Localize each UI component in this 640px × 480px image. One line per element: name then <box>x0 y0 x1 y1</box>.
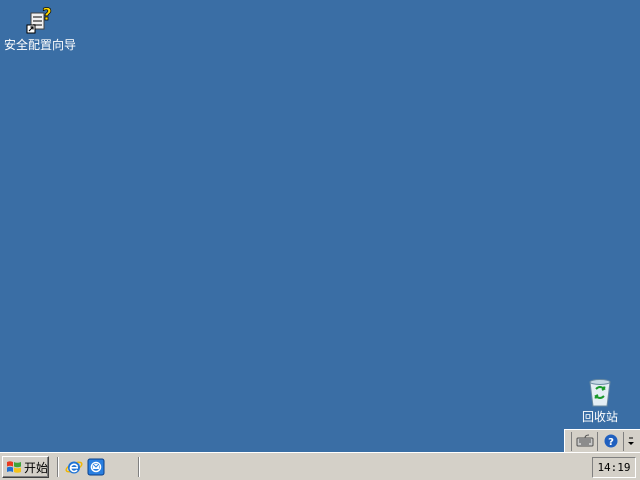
windows-flag-icon <box>7 461 21 473</box>
help-button[interactable]: ? <box>598 431 624 451</box>
help-icon: ? <box>604 434 617 448</box>
clock-time: 14:19 <box>597 461 631 474</box>
start-button[interactable]: 开始 <box>2 456 49 478</box>
language-bar: ? <box>564 429 640 452</box>
taskbar-separator <box>57 457 59 477</box>
help-glyph: ? <box>608 437 614 448</box>
security-wizard-icon: ? <box>26 5 52 34</box>
desktop-icon-label: 回收站 <box>581 410 618 424</box>
desktop-icon-recycle-bin[interactable]: 回收站 <box>560 376 640 424</box>
taskbar: 开始 14:19 <box>0 452 640 480</box>
recycle-bin-icon <box>589 379 611 407</box>
quick-launch-outlook-express[interactable] <box>87 458 105 476</box>
start-button-label: 开始 <box>24 460 49 475</box>
keyboard-icon <box>576 434 593 447</box>
internet-explorer-icon <box>65 461 83 474</box>
keyboard-button[interactable] <box>572 431 598 451</box>
svg-text:?: ? <box>42 5 52 25</box>
desktop-icon-label: 安全配置向导 <box>3 38 76 52</box>
system-tray-clock[interactable]: 14:19 <box>592 457 636 478</box>
desktop: ? 安全配置向导 回收站 <box>0 0 640 452</box>
language-bar-options-button[interactable] <box>624 432 638 451</box>
options-arrow-icon <box>628 437 634 445</box>
desktop-icon-security-wizard[interactable]: ? 安全配置向导 <box>0 4 80 52</box>
outlook-express-icon <box>87 458 105 476</box>
quick-launch-internet-explorer[interactable] <box>65 458 83 476</box>
taskbar-separator <box>138 457 140 477</box>
